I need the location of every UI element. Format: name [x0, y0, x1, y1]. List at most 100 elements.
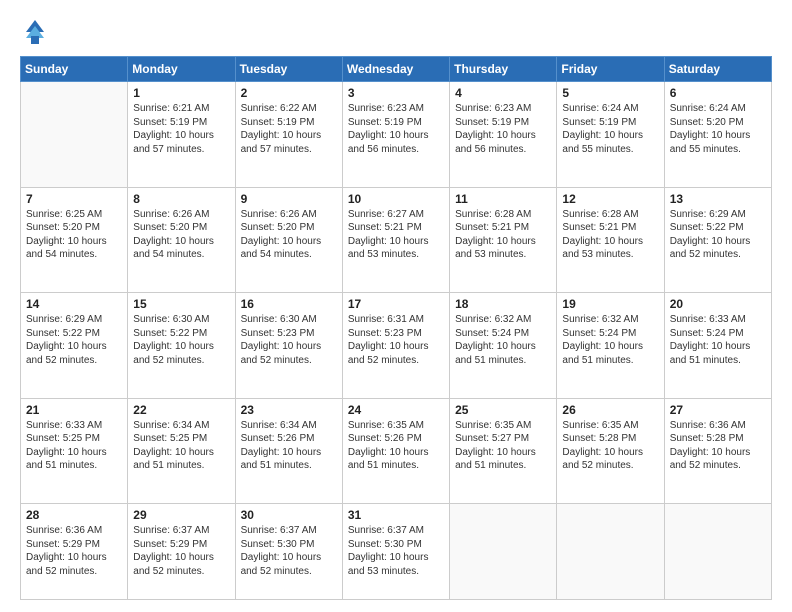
day-number: 12: [562, 192, 658, 206]
calendar-cell: 3 Sunrise: 6:23 AM Sunset: 5:19 PM Daylig…: [342, 82, 449, 188]
calendar-table: SundayMondayTuesdayWednesdayThursdayFrid…: [20, 56, 772, 600]
calendar-cell: 26 Sunrise: 6:35 AM Sunset: 5:28 PM Dayli…: [557, 398, 664, 504]
logo: [20, 18, 46, 46]
day-number: 4: [455, 86, 551, 100]
day-info: Sunrise: 6:35 AM Sunset: 5:26 PM Dayligh…: [348, 419, 444, 473]
day-number: 21: [26, 403, 122, 417]
weekday-header-wednesday: Wednesday: [342, 57, 449, 82]
weekday-header-saturday: Saturday: [664, 57, 771, 82]
calendar-cell: 23 Sunrise: 6:34 AM Sunset: 5:26 PM Dayli…: [235, 398, 342, 504]
calendar-week-row-3: 14Sunrise: 6:29 AM Sunset: 5:22 PM Dayli…: [21, 293, 772, 399]
calendar-cell: 22Sunrise: 6:34 AM Sunset: 5:25 PM Dayli…: [128, 398, 235, 504]
calendar-cell: 6 Sunrise: 6:24 AM Sunset: 5:20 PM Daylig…: [664, 82, 771, 188]
calendar-cell: [21, 82, 128, 188]
calendar-cell: 11 Sunrise: 6:28 AM Sunset: 5:21 PM Dayli…: [450, 187, 557, 293]
calendar-cell: 30 Sunrise: 6:37 AM Sunset: 5:30 PM Dayli…: [235, 504, 342, 600]
day-info: Sunrise: 6:30 AM Sunset: 5:23 PM Dayligh…: [241, 313, 337, 367]
day-info: Sunrise: 6:37 AM Sunset: 5:30 PM Dayligh…: [241, 524, 337, 578]
day-info: Sunrise: 6:28 AM Sunset: 5:21 PM Dayligh…: [562, 208, 658, 262]
day-number: 31: [348, 508, 444, 522]
day-number: 13: [670, 192, 766, 206]
day-number: 8: [133, 192, 229, 206]
day-number: 27: [670, 403, 766, 417]
calendar-cell: 12 Sunrise: 6:28 AM Sunset: 5:21 PM Dayli…: [557, 187, 664, 293]
calendar-cell: 28 Sunrise: 6:36 AM Sunset: 5:29 PM Dayli…: [21, 504, 128, 600]
day-info: Sunrise: 6:23 AM Sunset: 5:19 PM Dayligh…: [348, 102, 444, 156]
day-info: Sunrise: 6:36 AM Sunset: 5:28 PM Dayligh…: [670, 419, 766, 473]
calendar-cell: 14Sunrise: 6:29 AM Sunset: 5:22 PM Dayli…: [21, 293, 128, 399]
day-info: Sunrise: 6:35 AM Sunset: 5:27 PM Dayligh…: [455, 419, 551, 473]
calendar-cell: [450, 504, 557, 600]
day-info: Sunrise: 6:25 AM Sunset: 5:20 PM Dayligh…: [26, 208, 122, 262]
day-info: Sunrise: 6:32 AM Sunset: 5:24 PM Dayligh…: [562, 313, 658, 367]
calendar-cell: 8 Sunrise: 6:26 AM Sunset: 5:20 PM Daylig…: [128, 187, 235, 293]
day-info: Sunrise: 6:21 AM Sunset: 5:19 PM Dayligh…: [133, 102, 229, 156]
day-info: Sunrise: 6:33 AM Sunset: 5:25 PM Dayligh…: [26, 419, 122, 473]
day-info: Sunrise: 6:29 AM Sunset: 5:22 PM Dayligh…: [670, 208, 766, 262]
day-number: 15: [133, 297, 229, 311]
day-number: 3: [348, 86, 444, 100]
calendar-cell: [664, 504, 771, 600]
day-number: 29: [133, 508, 229, 522]
day-number: 28: [26, 508, 122, 522]
day-info: Sunrise: 6:24 AM Sunset: 5:20 PM Dayligh…: [670, 102, 766, 156]
day-number: 14: [26, 297, 122, 311]
calendar-cell: 31 Sunrise: 6:37 AM Sunset: 5:30 PM Dayli…: [342, 504, 449, 600]
day-info: Sunrise: 6:34 AM Sunset: 5:25 PM Dayligh…: [133, 419, 229, 473]
day-number: 5: [562, 86, 658, 100]
day-number: 20: [670, 297, 766, 311]
day-info: Sunrise: 6:31 AM Sunset: 5:23 PM Dayligh…: [348, 313, 444, 367]
calendar-cell: 1 Sunrise: 6:21 AM Sunset: 5:19 PM Daylig…: [128, 82, 235, 188]
day-number: 16: [241, 297, 337, 311]
calendar-cell: 9 Sunrise: 6:26 AM Sunset: 5:20 PM Daylig…: [235, 187, 342, 293]
day-info: Sunrise: 6:28 AM Sunset: 5:21 PM Dayligh…: [455, 208, 551, 262]
calendar-week-row-5: 28 Sunrise: 6:36 AM Sunset: 5:29 PM Dayli…: [21, 504, 772, 600]
calendar-cell: 17 Sunrise: 6:31 AM Sunset: 5:23 PM Dayli…: [342, 293, 449, 399]
calendar-cell: 4 Sunrise: 6:23 AM Sunset: 5:19 PM Daylig…: [450, 82, 557, 188]
day-number: 26: [562, 403, 658, 417]
calendar-cell: 27 Sunrise: 6:36 AM Sunset: 5:28 PM Dayli…: [664, 398, 771, 504]
day-info: Sunrise: 6:26 AM Sunset: 5:20 PM Dayligh…: [241, 208, 337, 262]
day-number: 24: [348, 403, 444, 417]
weekday-header-friday: Friday: [557, 57, 664, 82]
day-info: Sunrise: 6:26 AM Sunset: 5:20 PM Dayligh…: [133, 208, 229, 262]
day-number: 1: [133, 86, 229, 100]
calendar-week-row-2: 7 Sunrise: 6:25 AM Sunset: 5:20 PM Daylig…: [21, 187, 772, 293]
calendar-week-row-4: 21 Sunrise: 6:33 AM Sunset: 5:25 PM Dayli…: [21, 398, 772, 504]
weekday-header-row: SundayMondayTuesdayWednesdayThursdayFrid…: [21, 57, 772, 82]
logo-icon: [24, 18, 46, 46]
calendar-cell: 5Sunrise: 6:24 AM Sunset: 5:19 PM Daylig…: [557, 82, 664, 188]
calendar-cell: 7 Sunrise: 6:25 AM Sunset: 5:20 PM Daylig…: [21, 187, 128, 293]
calendar-cell: 21 Sunrise: 6:33 AM Sunset: 5:25 PM Dayli…: [21, 398, 128, 504]
day-number: 17: [348, 297, 444, 311]
day-info: Sunrise: 6:37 AM Sunset: 5:29 PM Dayligh…: [133, 524, 229, 578]
day-number: 2: [241, 86, 337, 100]
day-info: Sunrise: 6:27 AM Sunset: 5:21 PM Dayligh…: [348, 208, 444, 262]
day-number: 23: [241, 403, 337, 417]
calendar-cell: 13 Sunrise: 6:29 AM Sunset: 5:22 PM Dayli…: [664, 187, 771, 293]
weekday-header-tuesday: Tuesday: [235, 57, 342, 82]
day-info: Sunrise: 6:35 AM Sunset: 5:28 PM Dayligh…: [562, 419, 658, 473]
day-number: 18: [455, 297, 551, 311]
day-number: 9: [241, 192, 337, 206]
calendar-cell: 19Sunrise: 6:32 AM Sunset: 5:24 PM Dayli…: [557, 293, 664, 399]
calendar-cell: 2 Sunrise: 6:22 AM Sunset: 5:19 PM Daylig…: [235, 82, 342, 188]
calendar-cell: 15Sunrise: 6:30 AM Sunset: 5:22 PM Dayli…: [128, 293, 235, 399]
day-number: 10: [348, 192, 444, 206]
day-info: Sunrise: 6:37 AM Sunset: 5:30 PM Dayligh…: [348, 524, 444, 578]
day-number: 6: [670, 86, 766, 100]
day-info: Sunrise: 6:34 AM Sunset: 5:26 PM Dayligh…: [241, 419, 337, 473]
day-info: Sunrise: 6:33 AM Sunset: 5:24 PM Dayligh…: [670, 313, 766, 367]
day-number: 30: [241, 508, 337, 522]
day-number: 25: [455, 403, 551, 417]
day-info: Sunrise: 6:23 AM Sunset: 5:19 PM Dayligh…: [455, 102, 551, 156]
header: [20, 18, 772, 46]
calendar-cell: 16 Sunrise: 6:30 AM Sunset: 5:23 PM Dayli…: [235, 293, 342, 399]
day-number: 11: [455, 192, 551, 206]
weekday-header-monday: Monday: [128, 57, 235, 82]
calendar-cell: 24 Sunrise: 6:35 AM Sunset: 5:26 PM Dayli…: [342, 398, 449, 504]
day-info: Sunrise: 6:22 AM Sunset: 5:19 PM Dayligh…: [241, 102, 337, 156]
day-info: Sunrise: 6:36 AM Sunset: 5:29 PM Dayligh…: [26, 524, 122, 578]
day-number: 7: [26, 192, 122, 206]
weekday-header-thursday: Thursday: [450, 57, 557, 82]
